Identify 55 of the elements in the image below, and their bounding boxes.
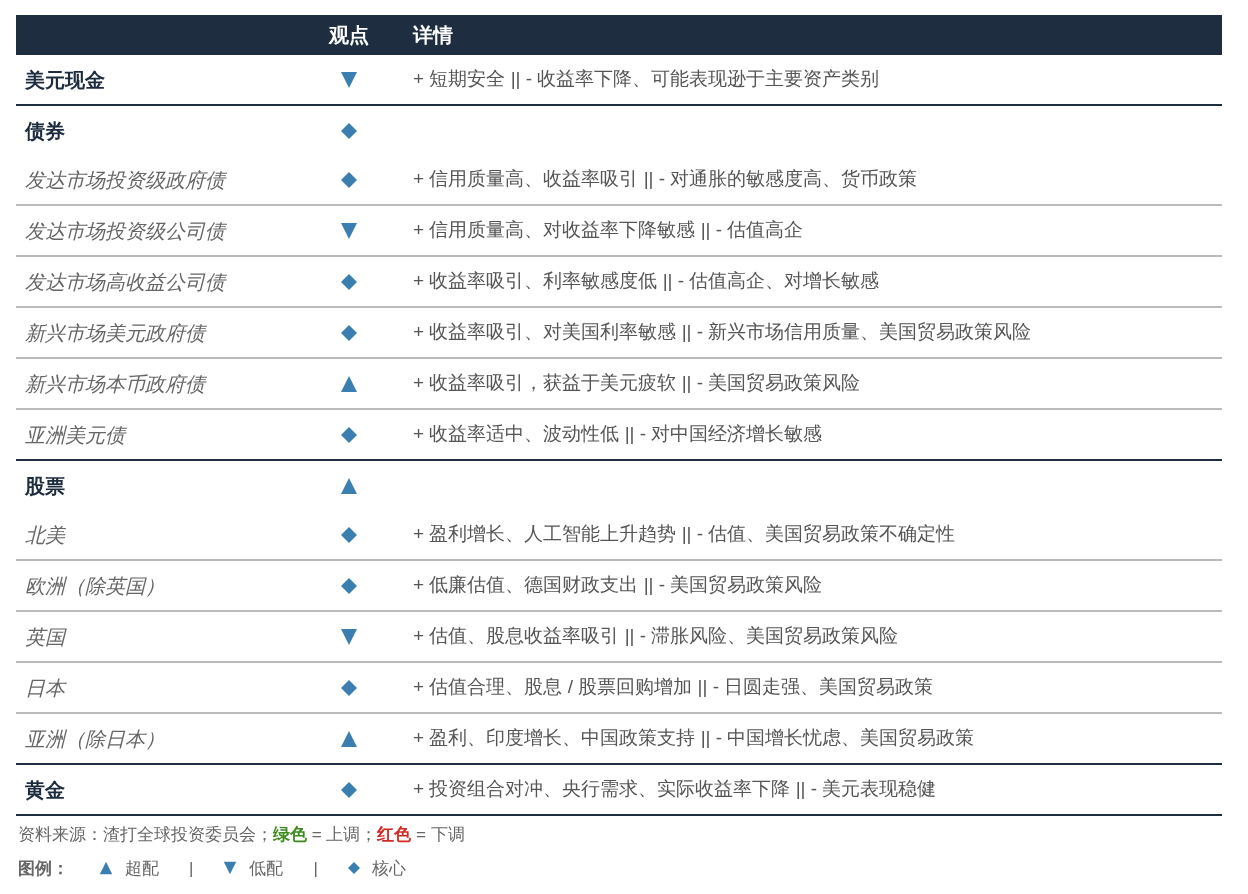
detail-text: + 收益率吸引，获益于美元疲软 || - 美国贸易政策风险 — [413, 372, 861, 394]
down-triangle-icon — [340, 221, 358, 240]
asset-name: 北美 — [25, 523, 65, 546]
column-header: 详情 — [413, 24, 453, 46]
detail-text: + 信用质量高、对收益率下降敏感 || - 估值高企 — [413, 219, 804, 241]
detail-text: + 收益率适中、波动性低 || - 对中国经济增长敏感 — [413, 423, 823, 445]
up-triangle-icon — [99, 861, 113, 876]
detail-text: + 投资组合对冲、央行需求、实际收益率下降 || - 美元表现稳健 — [413, 778, 937, 800]
legend-label: 低配 — [249, 857, 284, 880]
up-triangle-icon — [340, 729, 358, 748]
diamond-icon — [341, 426, 357, 443]
diamond-icon — [341, 171, 357, 188]
diamond-icon — [341, 122, 357, 139]
down-triangle-icon — [340, 70, 358, 89]
detail-text: + 估值合理、股息 / 股票回购增加 || - 日圆走强、美国贸易政策 — [413, 676, 934, 698]
detail-text: + 收益率吸引、对美国利率敏感 || - 新兴市场信用质量、美国贸易政策风险 — [413, 321, 1032, 343]
detail-text: + 信用质量高、收益率吸引 || - 对通胀的敏感度高、货币政策 — [413, 168, 918, 190]
down-triangle-icon — [340, 627, 358, 646]
diamond-icon — [341, 273, 357, 290]
detail-text: + 低廉估值、德国财政支出 || - 美国贸易政策风险 — [413, 574, 823, 596]
diamond-icon — [341, 324, 357, 341]
asset-name: 发达市场投资级公司债 — [25, 219, 225, 242]
legend-label: 图例： — [18, 857, 69, 880]
category-name: 股票 — [25, 474, 65, 497]
asset-name: 亚洲美元债 — [25, 423, 125, 446]
category-name: 债券 — [25, 119, 65, 142]
asset-name: 发达市场投资级政府债 — [25, 168, 225, 191]
detail-text: + 盈利增长、人工智能上升趋势 || - 估值、美国贸易政策不确定性 — [413, 523, 956, 545]
detail-text: + 盈利、印度增长、中国政策支持 || - 中国增长忧虑、美国贸易政策 — [413, 727, 975, 749]
diamond-icon — [341, 526, 357, 543]
asset-name: 英国 — [25, 625, 65, 648]
diamond-icon — [341, 679, 357, 696]
asset-name: 欧洲（除英国） — [25, 574, 165, 597]
legend-label: 核心 — [371, 857, 406, 880]
category-name: 黄金 — [25, 778, 65, 801]
asset-name: 发达市场高收益公司债 — [25, 270, 225, 293]
down-triangle-icon — [223, 861, 238, 876]
diamond-icon — [341, 577, 357, 594]
source-note: 资料来源：渣打全球投资委员会；绿色 = 上调；红色 = 下调 — [17, 824, 466, 846]
up-triangle-icon — [340, 374, 358, 393]
detail-text: + 估值、股息收益率吸引 || - 滞胀风险、美国贸易政策风险 — [413, 625, 899, 647]
asset-name: 新兴市场美元政府债 — [25, 321, 205, 344]
legend-label: 超配 — [125, 857, 159, 880]
legend-separator: | — [189, 857, 194, 880]
asset-name: 亚洲（除日本） — [25, 727, 165, 750]
category-name: 美元现金 — [25, 68, 105, 91]
up-triangle-icon — [340, 476, 358, 495]
asset-name: 日本 — [25, 676, 65, 699]
asset-name: 新兴市场本币政府债 — [25, 372, 205, 395]
column-header: 观点 — [329, 23, 369, 48]
detail-text: + 收益率吸引、利率敏感度低 || - 估值高企、对增长敏感 — [413, 270, 880, 292]
diamond-icon — [341, 781, 357, 798]
legend-separator: | — [313, 857, 318, 880]
detail-text: + 短期安全 || - 收益率下降、可能表现逊于主要资产类别 — [413, 68, 880, 90]
diamond-icon — [347, 862, 360, 875]
